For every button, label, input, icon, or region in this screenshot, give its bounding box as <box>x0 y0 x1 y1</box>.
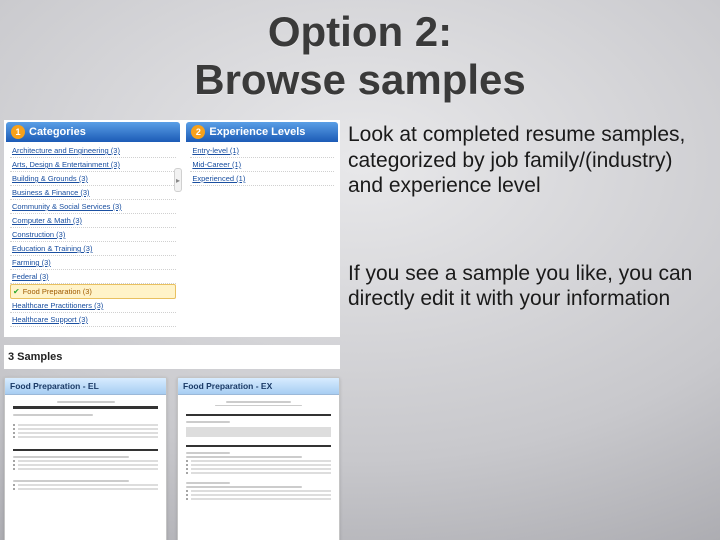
check-icon: ✔ <box>13 287 20 296</box>
category-item[interactable]: Building & Grounds (3) <box>10 172 176 186</box>
slide-title: Option 2: Browse samples <box>0 0 720 105</box>
panel-resize-grip[interactable]: ▸ <box>174 168 182 192</box>
categories-header: 1 Categories <box>6 122 180 142</box>
sample-thumbnail[interactable]: Food Preparation - EL <box>4 377 167 540</box>
category-item[interactable]: Healthcare Support (3) <box>10 313 176 327</box>
thumbnail-title: Food Preparation - EL <box>5 378 166 395</box>
thumbnail-title: Food Preparation - EX <box>178 378 339 395</box>
experience-list: Entry-level (1) Mid-Career (1) Experienc… <box>186 142 338 190</box>
category-item[interactable]: Education & Training (3) <box>10 242 176 256</box>
sample-thumbnails: Food Preparation - EL <box>4 377 340 540</box>
category-item[interactable]: Arts, Design & Entertainment (3) <box>10 158 176 172</box>
experience-item[interactable]: Experienced (1) <box>190 172 334 186</box>
paragraph-2: If you see a sample you like, you can di… <box>348 261 698 312</box>
screenshot-inset: 1 Categories Architecture and Engineerin… <box>4 120 340 540</box>
category-item[interactable]: Federal (3) <box>10 270 176 284</box>
categories-list: Architecture and Engineering (3) Arts, D… <box>6 142 180 331</box>
category-item-label: Food Preparation (3) <box>23 287 92 296</box>
title-line-1: Option 2: <box>0 8 720 56</box>
categories-panel: 1 Categories Architecture and Engineerin… <box>6 122 180 331</box>
experience-panel: 2 Experience Levels Entry-level (1) Mid-… <box>186 122 338 331</box>
thumbnail-preview <box>5 395 166 540</box>
step-badge-2: 2 <box>191 125 205 139</box>
experience-item[interactable]: Entry-level (1) <box>190 144 334 158</box>
category-item[interactable]: Architecture and Engineering (3) <box>10 144 176 158</box>
category-item[interactable]: Community & Social Services (3) <box>10 200 176 214</box>
category-item[interactable]: Business & Finance (3) <box>10 186 176 200</box>
experience-header: 2 Experience Levels <box>186 122 338 142</box>
filter-panels: 1 Categories Architecture and Engineerin… <box>4 120 340 337</box>
experience-heading-text: Experience Levels <box>209 126 305 138</box>
category-item[interactable]: Farming (3) <box>10 256 176 270</box>
experience-item[interactable]: Mid-Career (1) <box>190 158 334 172</box>
step-badge-1: 1 <box>11 125 25 139</box>
sample-thumbnail[interactable]: Food Preparation - EX <box>177 377 340 540</box>
category-item-selected[interactable]: ✔ Food Preparation (3) <box>10 284 176 299</box>
categories-heading-text: Categories <box>29 126 86 138</box>
title-line-2: Browse samples <box>0 56 720 104</box>
body-text: Look at completed resume samples, catego… <box>348 122 698 312</box>
category-item[interactable]: Computer & Math (3) <box>10 214 176 228</box>
category-item[interactable]: Healthcare Practitioners (3) <box>10 299 176 313</box>
samples-count: 3 Samples <box>4 345 340 369</box>
thumbnail-preview <box>178 395 339 540</box>
paragraph-1: Look at completed resume samples, catego… <box>348 122 698 199</box>
category-item[interactable]: Construction (3) <box>10 228 176 242</box>
